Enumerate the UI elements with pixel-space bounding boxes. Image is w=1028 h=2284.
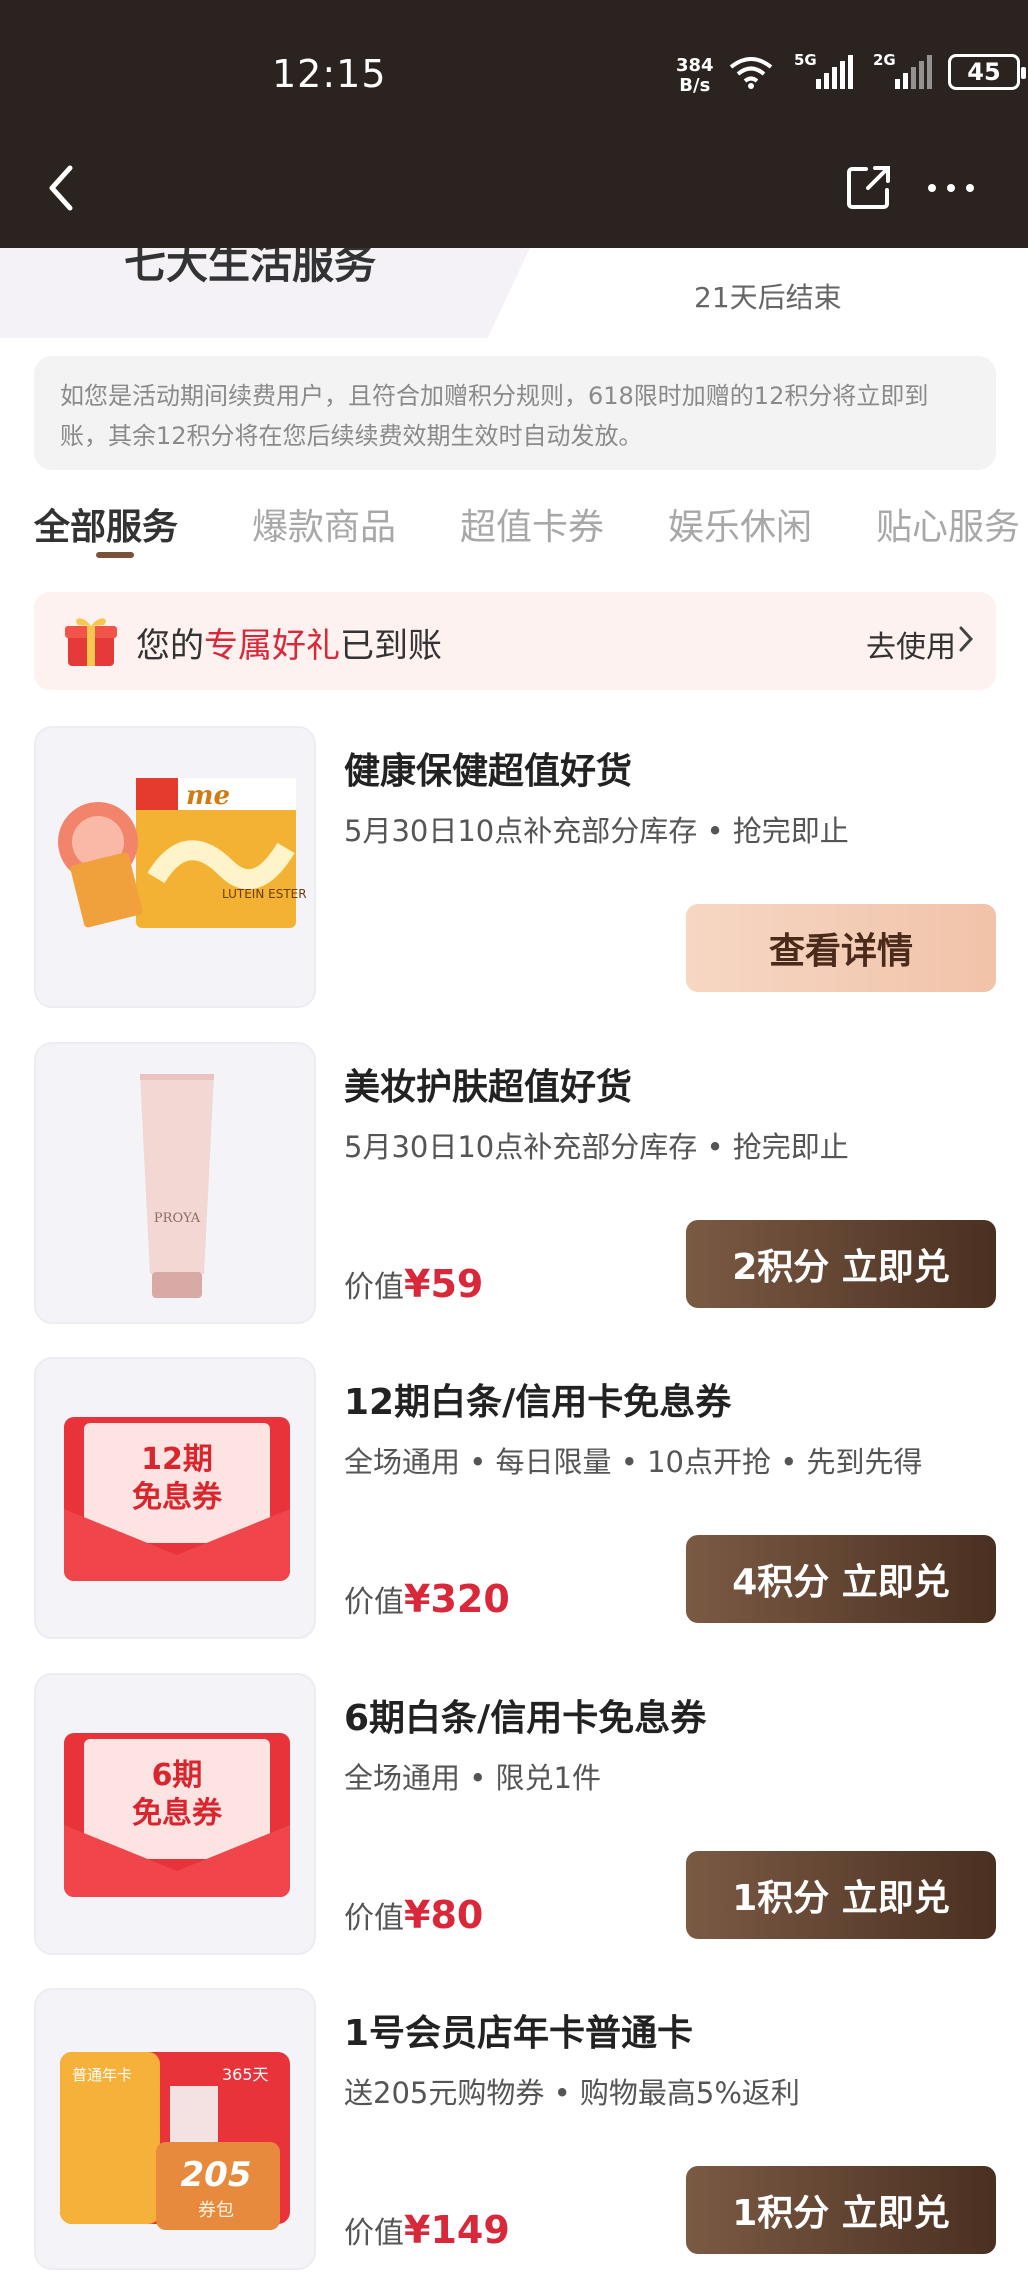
- skincare-product-image: PROYA: [34, 1042, 316, 1324]
- product1-box-text: LUTEIN ESTER: [222, 887, 307, 901]
- tab-hot-products[interactable]: 爆款商品: [252, 498, 396, 550]
- price-prefix: 价值: [344, 1270, 404, 1305]
- gift-icon: [65, 618, 117, 666]
- sim1-label: 5G: [794, 51, 817, 69]
- price-prefix: 价值: [344, 1585, 404, 1620]
- item-title: 6期白条/信用卡免息券: [344, 1698, 707, 1739]
- item-description: 5月30日10点补充部分库存 • 抢完即止: [344, 814, 849, 848]
- chevron-right-icon: [959, 626, 974, 652]
- item-price: 价值¥320: [344, 1577, 510, 1621]
- service-header: 七大生活服务 21天后结束: [0, 248, 1028, 338]
- card-label: 普通年卡: [72, 2066, 132, 2084]
- list-item[interactable]: 6期 免息券 6期白条/信用卡免息券 全场通用 • 限兑1件 价值¥80 1积分…: [34, 1673, 996, 1955]
- tab-care-services[interactable]: 贴心服务: [876, 498, 1020, 550]
- price-amount: ¥59: [404, 1262, 484, 1306]
- coupon6-line1: 6期: [152, 1758, 203, 1793]
- membership-card-image: 普通年卡 365天 205 券包: [34, 1988, 316, 2270]
- membership-card-illustration: 普通年卡 365天 205 券包: [60, 2052, 290, 2230]
- network-speed-value: 384: [676, 55, 714, 76]
- item-description: 全场通用 • 每日限量 • 10点开抢 • 先到先得: [344, 1445, 923, 1479]
- coupon12-line2: 免息券: [132, 1480, 223, 1515]
- tab-all-services[interactable]: 全部服务: [34, 498, 178, 550]
- item-title: 美妆护肤超值好货: [344, 1067, 633, 1108]
- item-description: 5月30日10点补充部分库存 • 抢完即止: [344, 1130, 849, 1164]
- card-days: 365天: [222, 2065, 269, 2084]
- coupon-6-image: 6期 免息券: [34, 1673, 316, 1955]
- red-envelope-illustration: 12期 免息券: [64, 1417, 290, 1581]
- network-speed: 384 B/s: [676, 56, 714, 96]
- gift-banner[interactable]: 您的专属好礼已到账 去使用: [34, 592, 996, 690]
- section-title: 七大生活服务: [124, 248, 377, 288]
- category-tabs: 全部服务 爆款商品 超值卡券 娱乐休闲 贴心服务: [0, 490, 1028, 570]
- card-voucher: 205: [181, 2155, 252, 2195]
- health-product-illustration: me LUTEIN ESTER: [58, 778, 307, 928]
- gift-message: 您的专属好礼已到账: [136, 618, 442, 667]
- price-amount: ¥80: [404, 1893, 484, 1937]
- redeem-button[interactable]: 1积分 立即兑: [686, 2166, 996, 2254]
- price-prefix: 价值: [344, 2216, 404, 2251]
- sim1-signal-icon: 5G: [794, 51, 853, 89]
- countdown-text: 21天后结束: [694, 281, 842, 314]
- item-title: 健康保健超值好货: [344, 751, 633, 792]
- list-item[interactable]: 普通年卡 365天 205 券包 1号会员店年卡普通卡 送205元购物券 • 购…: [34, 1988, 996, 2270]
- status-time: 12:15: [272, 52, 387, 96]
- item-price: 价值¥80: [344, 1893, 483, 1937]
- list-item[interactable]: 12期 免息券 12期白条/信用卡免息券 全场通用 • 每日限量 • 10点开抢…: [34, 1357, 996, 1639]
- network-speed-unit: B/s: [679, 75, 711, 96]
- sim2-label: 2G: [873, 51, 896, 69]
- status-icons: 5G 2G 45: [728, 51, 1026, 90]
- more-options-icon[interactable]: [928, 170, 984, 206]
- gift-message-prefix: 您的: [136, 626, 204, 666]
- coupon12-line1: 12期: [141, 1442, 213, 1477]
- renewal-notice: 如您是活动期间续费用户，且符合加赠积分规则，618限时加赠的12积分将立即到账，…: [34, 356, 996, 470]
- share-icon[interactable]: [846, 164, 892, 210]
- item-title: 12期白条/信用卡免息券: [344, 1382, 732, 1423]
- use-now-link[interactable]: 去使用: [866, 622, 956, 666]
- item-price: 价值¥149: [344, 2208, 510, 2252]
- skincare-tube-illustration: PROYA: [140, 1074, 214, 1298]
- item-description: 全场通用 • 限兑1件: [344, 1761, 601, 1795]
- view-details-button[interactable]: 查看详情: [686, 904, 996, 992]
- product2-brand: PROYA: [154, 1211, 201, 1226]
- card-voucher-label: 券包: [198, 2200, 234, 2221]
- coupon6-line2: 免息券: [132, 1796, 223, 1831]
- product1-brand: me: [186, 781, 230, 811]
- back-icon[interactable]: [40, 160, 84, 216]
- red-envelope-illustration: 6期 免息券: [64, 1733, 290, 1897]
- price-prefix: 价值: [344, 1901, 404, 1936]
- redeem-button[interactable]: 2积分 立即兑: [686, 1220, 996, 1308]
- wifi-icon: [729, 57, 773, 89]
- sim2-signal-icon: 2G: [873, 51, 932, 89]
- list-item[interactable]: PROYA 美妆护肤超值好货 5月30日10点补充部分库存 • 抢完即止 价值¥…: [34, 1042, 996, 1324]
- item-description: 送205元购物券 • 购物最高5%返利: [344, 2076, 800, 2110]
- active-tab-indicator: [96, 552, 134, 558]
- tab-entertainment[interactable]: 娱乐休闲: [668, 498, 812, 550]
- list-item[interactable]: me LUTEIN ESTER 健康保健超值好货 5月30日10点补充部分库存 …: [34, 726, 996, 1008]
- coupon-12-image: 12期 免息券: [34, 1357, 316, 1639]
- battery-level: 45: [967, 58, 1001, 86]
- item-title: 1号会员店年卡普通卡: [344, 2013, 694, 2054]
- gift-message-highlight: 专属好礼: [204, 626, 340, 666]
- price-amount: ¥149: [404, 2208, 510, 2252]
- status-and-title-bar: 12:15 384 B/s 5G 2G 45: [0, 0, 1028, 248]
- gift-message-suffix: 已到账: [340, 626, 442, 666]
- redeem-button[interactable]: 1积分 立即兑: [686, 1851, 996, 1939]
- tab-value-coupons[interactable]: 超值卡券: [460, 498, 604, 550]
- redeem-button[interactable]: 4积分 立即兑: [686, 1535, 996, 1623]
- item-price: 价值¥59: [344, 1262, 483, 1306]
- price-amount: ¥320: [404, 1577, 510, 1621]
- health-product-image: me LUTEIN ESTER: [34, 726, 316, 1008]
- battery-icon: 45: [948, 54, 1026, 90]
